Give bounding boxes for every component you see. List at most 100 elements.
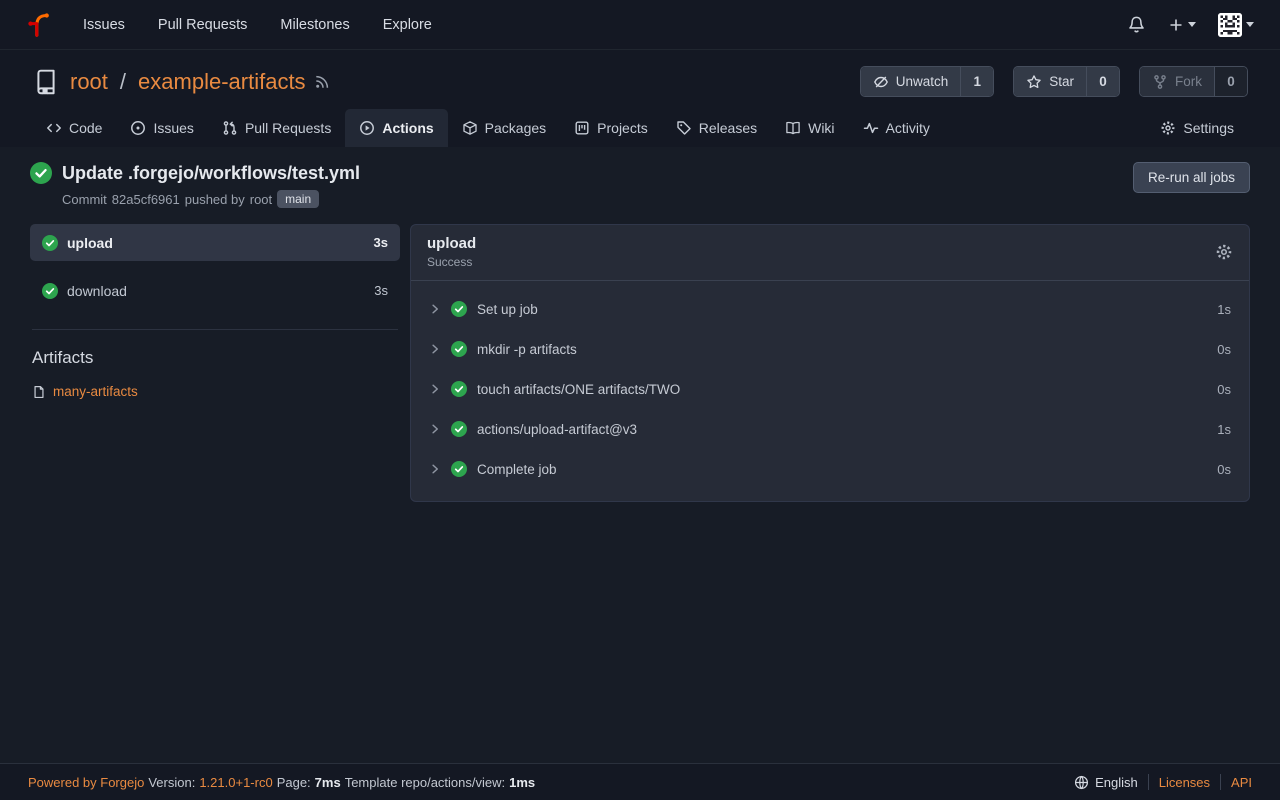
powered-by-link[interactable]: Powered by Forgejo: [28, 775, 144, 790]
success-check-icon: [451, 341, 467, 357]
commit-label: Commit: [62, 192, 107, 207]
tab-issues[interactable]: Issues: [116, 109, 207, 147]
success-check-icon: [42, 235, 58, 251]
tab-releases[interactable]: Releases: [662, 109, 771, 147]
step-row-setup-job[interactable]: Set up job 1s: [411, 289, 1249, 329]
page-footer: Powered by Forgejo Version: 1.21.0+1-rc0…: [0, 763, 1280, 800]
forks-count[interactable]: 0: [1214, 67, 1247, 96]
nav-pull-requests[interactable]: Pull Requests: [158, 17, 247, 33]
fork-icon: [1152, 74, 1168, 90]
watchers-count[interactable]: 1: [960, 67, 993, 96]
template-time-value: 1ms: [509, 775, 535, 790]
success-check-icon: [42, 283, 58, 299]
version-link[interactable]: 1.21.0+1-rc0: [199, 775, 272, 790]
top-navbar: Issues Pull Requests Milestones Explore: [0, 0, 1280, 50]
job-name: upload: [67, 235, 113, 251]
star-label: Star: [1049, 74, 1074, 89]
repo-header: root / example-artifacts Unwatch: [0, 50, 1280, 147]
success-check-icon: [451, 301, 467, 317]
step-row-complete-job[interactable]: Complete job 0s: [411, 449, 1249, 489]
step-name: Set up job: [477, 302, 538, 317]
job-name: download: [67, 283, 127, 299]
tab-label: Settings: [1183, 120, 1234, 136]
divider: [1148, 774, 1149, 790]
steps-list: Set up job 1s mkdir -p artifacts 0s touc…: [411, 281, 1249, 501]
star-button[interactable]: Star: [1014, 67, 1086, 96]
step-name: actions/upload-artifact@v3: [477, 422, 637, 437]
commit-sha-link[interactable]: 82a5cf6961: [112, 192, 180, 207]
chevron-right-icon: [429, 303, 441, 315]
unwatch-label: Unwatch: [896, 74, 949, 89]
nav-milestones[interactable]: Milestones: [280, 17, 349, 33]
success-check-icon: [30, 162, 52, 184]
rss-icon[interactable]: [314, 74, 330, 90]
tab-projects[interactable]: Projects: [560, 109, 662, 147]
step-row-upload-artifact-action[interactable]: actions/upload-artifact@v3 1s: [411, 409, 1249, 449]
tab-label: Pull Requests: [245, 120, 331, 136]
chevron-right-icon: [429, 423, 441, 435]
tab-actions[interactable]: Actions: [345, 109, 447, 147]
artifact-download-link[interactable]: many-artifacts: [53, 384, 138, 399]
api-link[interactable]: API: [1231, 775, 1252, 790]
language-label: English: [1095, 775, 1138, 790]
divider: [1220, 774, 1221, 790]
chevron-right-icon: [429, 343, 441, 355]
step-row-mkdir[interactable]: mkdir -p artifacts 0s: [411, 329, 1249, 369]
rerun-all-jobs-button[interactable]: Re-run all jobs: [1133, 162, 1250, 193]
step-name: touch artifacts/ONE artifacts/TWO: [477, 382, 680, 397]
run-title: Update .forgejo/workflows/test.yml: [62, 163, 360, 184]
branch-badge[interactable]: main: [277, 190, 319, 208]
nav-issues[interactable]: Issues: [83, 17, 125, 33]
tab-activity[interactable]: Activity: [849, 109, 944, 147]
file-icon: [32, 385, 46, 399]
chevron-down-icon: [1246, 22, 1254, 27]
repo-breadcrumb: root / example-artifacts: [70, 69, 306, 95]
star-button-group: Star 0: [1013, 66, 1120, 97]
repo-name-link[interactable]: example-artifacts: [138, 69, 306, 95]
user-menu-dropdown[interactable]: [1218, 13, 1254, 37]
job-item-download[interactable]: download 3s: [30, 272, 400, 309]
jobs-sidebar: upload 3s download 3s Artifacts many-art…: [30, 224, 400, 399]
globe-icon: [1074, 775, 1089, 790]
success-check-icon: [451, 421, 467, 437]
job-detail-header: upload Success: [411, 225, 1249, 281]
forgejo-logo-icon[interactable]: [26, 11, 53, 38]
chevron-right-icon: [429, 383, 441, 395]
page-time-value: 7ms: [315, 775, 341, 790]
package-icon: [462, 120, 478, 136]
stars-count[interactable]: 0: [1086, 67, 1119, 96]
step-name: mkdir -p artifacts: [477, 342, 577, 357]
run-subtitle: Commit 82a5cf6961 pushed by root main: [62, 190, 1133, 208]
notifications-bell-icon[interactable]: [1127, 15, 1146, 34]
step-duration: 0s: [1217, 462, 1231, 477]
repo-owner-link[interactable]: root: [70, 69, 108, 95]
breadcrumb-separator: /: [120, 69, 126, 95]
issue-circle-dot-icon: [130, 120, 146, 136]
create-new-dropdown[interactable]: [1168, 17, 1196, 33]
version-label: Version:: [148, 775, 195, 790]
tab-pull-requests[interactable]: Pull Requests: [208, 109, 345, 147]
pulse-icon: [863, 120, 879, 136]
job-item-upload[interactable]: upload 3s: [30, 224, 400, 261]
success-check-icon: [451, 381, 467, 397]
tab-label: Packages: [485, 120, 546, 136]
unwatch-button[interactable]: Unwatch: [861, 67, 961, 96]
success-check-icon: [451, 461, 467, 477]
job-options-gear-icon[interactable]: [1215, 243, 1233, 261]
language-selector[interactable]: English: [1074, 775, 1138, 790]
tab-label: Issues: [153, 120, 193, 136]
tab-code[interactable]: Code: [32, 109, 116, 147]
step-duration: 0s: [1217, 342, 1231, 357]
tab-settings[interactable]: Settings: [1146, 109, 1248, 147]
licenses-link[interactable]: Licenses: [1159, 775, 1210, 790]
divider: [32, 329, 398, 330]
book-icon: [785, 120, 801, 136]
fork-button[interactable]: Fork: [1140, 67, 1214, 96]
nav-explore[interactable]: Explore: [383, 17, 432, 33]
step-row-touch-artifacts[interactable]: touch artifacts/ONE artifacts/TWO 0s: [411, 369, 1249, 409]
tab-label: Activity: [886, 120, 930, 136]
tab-packages[interactable]: Packages: [448, 109, 560, 147]
pusher-link[interactable]: root: [250, 192, 272, 207]
tab-label: Projects: [597, 120, 648, 136]
tab-wiki[interactable]: Wiki: [771, 109, 848, 147]
